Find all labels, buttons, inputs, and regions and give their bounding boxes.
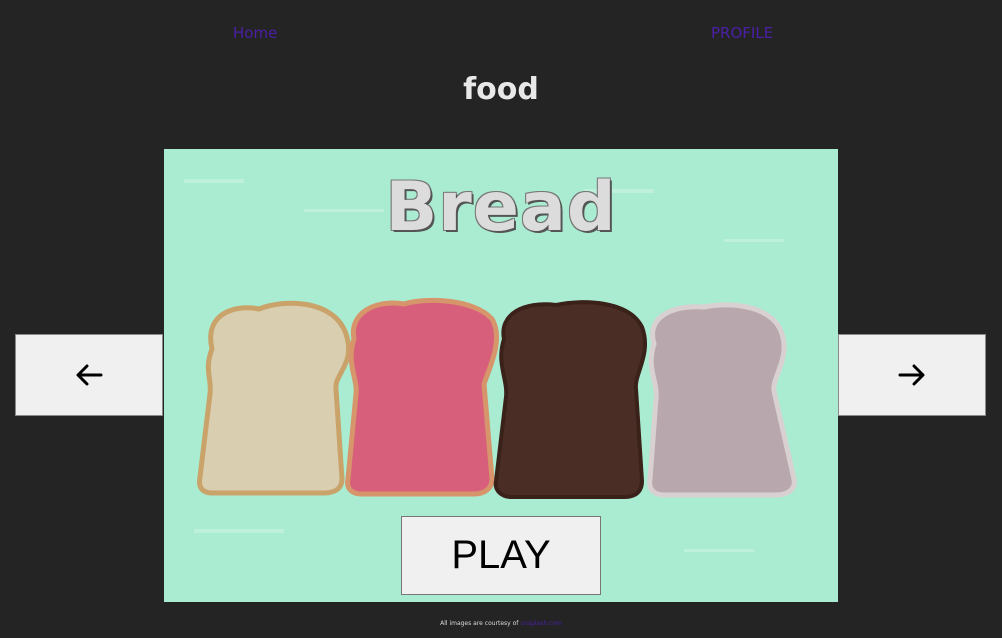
footer-credit-link[interactable]: unsplash.com: [520, 620, 562, 627]
arrow-right-icon: [898, 364, 925, 386]
nav-profile-link[interactable]: PROFILE: [711, 24, 773, 42]
category-title: food: [463, 72, 539, 107]
nav-home-link[interactable]: Home: [233, 24, 277, 42]
play-button[interactable]: PLAY: [401, 516, 601, 595]
next-button[interactable]: [838, 334, 986, 416]
arrow-left-icon: [76, 364, 103, 386]
pink-bread-slice: [345, 297, 499, 497]
white-bread-slice: [197, 300, 352, 496]
lavender-bread-slice: [647, 302, 797, 498]
chocolate-bread-slice: [493, 300, 648, 499]
page: Home PROFILE food Bread PLAY All images …: [0, 0, 1002, 638]
food-name-label: Bread: [385, 168, 617, 247]
previous-button[interactable]: [15, 334, 163, 416]
footer-credit: All images are courtesy of unsplash.com: [0, 620, 1002, 627]
footer-credit-text: All images are courtesy of: [440, 620, 519, 627]
